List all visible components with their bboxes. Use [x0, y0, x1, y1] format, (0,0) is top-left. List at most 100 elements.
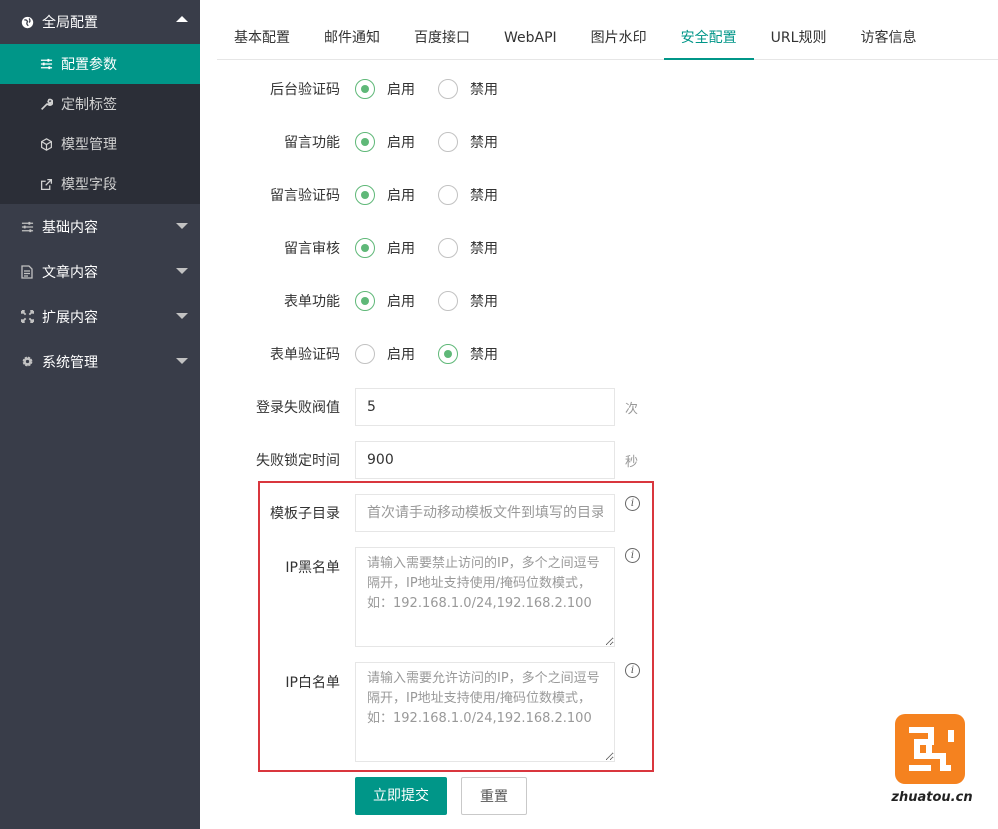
unit-label: 秒: [625, 454, 639, 470]
info-icon[interactable]: i: [625, 496, 640, 511]
template-subdir-input[interactable]: [355, 494, 615, 532]
ip-blacklist-textarea[interactable]: [355, 547, 615, 647]
sliders-icon: [39, 58, 53, 70]
sliders-icon: [20, 221, 34, 233]
field-label: 留言功能: [284, 135, 340, 151]
radio-label: 禁用: [470, 135, 498, 151]
field-label: 表单验证码: [270, 347, 340, 363]
tab-image-watermark[interactable]: 图片水印: [574, 18, 664, 59]
field-label: IP黑名单: [285, 560, 340, 576]
info-icon[interactable]: i: [625, 663, 640, 678]
radio-label: 禁用: [470, 347, 498, 363]
field-label: 表单功能: [284, 294, 340, 310]
info-icon[interactable]: i: [625, 548, 640, 563]
field-label: 登录失败阀值: [256, 400, 340, 416]
radio-label: 禁用: [470, 82, 498, 98]
nav-group-label: 扩展内容: [42, 309, 98, 326]
disable-radio[interactable]: 禁用: [438, 185, 498, 205]
radio-circle-icon: [355, 238, 375, 258]
chevron-down-icon: [176, 268, 188, 274]
tab-baidu-api[interactable]: 百度接口: [397, 18, 487, 59]
disable-radio[interactable]: 禁用: [438, 291, 498, 311]
radio-label: 启用: [387, 82, 415, 98]
fail-lock-time-row: 失败锁定时间 秒: [200, 440, 660, 480]
sub-item-model-fields[interactable]: 模型字段: [0, 164, 200, 204]
enable-radio[interactable]: 启用: [355, 344, 415, 364]
fail-lock-time-input[interactable]: [355, 441, 615, 479]
gear-icon: [20, 355, 34, 368]
sub-menu: 配置参数 定制标签 模型管理 模型字段: [0, 44, 200, 204]
field-label: 后台验证码: [270, 82, 340, 98]
sub-item-label: 模型管理: [61, 137, 117, 153]
ip-whitelist-textarea[interactable]: [355, 662, 615, 762]
radio-row: 后台验证码 启用 禁用: [200, 69, 660, 109]
radio-circle-icon: [355, 291, 375, 311]
expand-icon: [20, 310, 34, 323]
chevron-down-icon: [176, 358, 188, 364]
nav-group-global-config[interactable]: 全局配置: [0, 0, 200, 44]
sub-item-label: 模型字段: [61, 177, 117, 193]
ip-whitelist-row: IP白名单 i: [200, 662, 660, 762]
radio-label: 禁用: [470, 241, 498, 257]
nav-group-label: 系统管理: [42, 354, 98, 371]
field-label: IP白名单: [285, 675, 340, 691]
sidebar: 全局配置 配置参数 定制标签 模型管理 模型字段 基础内容 文章内容 扩展内容 …: [0, 0, 200, 829]
radio-label: 启用: [387, 347, 415, 363]
login-fail-threshold-row: 登录失败阀值 次: [200, 387, 660, 427]
radio-circle-icon: [355, 344, 375, 364]
radio-row: 表单功能 启用 禁用: [200, 281, 660, 321]
tab-email-notify[interactable]: 邮件通知: [307, 18, 397, 59]
disable-radio[interactable]: 禁用: [438, 79, 498, 99]
nav-group-extended-content[interactable]: 扩展内容: [0, 294, 200, 339]
main-content: 基本配置 邮件通知 百度接口 WebAPI 图片水印 安全配置 URL规则 访客…: [200, 0, 998, 829]
chevron-up-icon: [176, 16, 188, 22]
watermark-text: zhuatou.cn: [891, 790, 973, 805]
radio-circle-icon: [438, 79, 458, 99]
nav-group-basic-content[interactable]: 基础内容: [0, 204, 200, 249]
radio-circle-icon: [438, 185, 458, 205]
sub-item-config-params[interactable]: 配置参数: [0, 44, 200, 84]
disable-radio[interactable]: 禁用: [438, 238, 498, 258]
tab-basic-config[interactable]: 基本配置: [217, 18, 307, 59]
sub-item-label: 定制标签: [61, 97, 117, 113]
tab-bar: 基本配置 邮件通知 百度接口 WebAPI 图片水印 安全配置 URL规则 访客…: [217, 18, 998, 60]
enable-radio[interactable]: 启用: [355, 132, 415, 152]
sub-item-model-manage[interactable]: 模型管理: [0, 124, 200, 164]
enable-radio[interactable]: 启用: [355, 185, 415, 205]
tab-visitor-info[interactable]: 访客信息: [843, 18, 933, 59]
radio-label: 启用: [387, 135, 415, 151]
nav-group-system-manage[interactable]: 系统管理: [0, 339, 200, 384]
sub-item-custom-tags[interactable]: 定制标签: [0, 84, 200, 124]
unit-label: 次: [625, 401, 639, 417]
nav-group-label: 文章内容: [42, 264, 98, 281]
radio-label: 禁用: [470, 294, 498, 310]
radio-row: 留言审核 启用 禁用: [200, 228, 660, 268]
tab-url-rules[interactable]: URL规则: [754, 18, 844, 59]
enable-radio[interactable]: 启用: [355, 238, 415, 258]
ip-blacklist-row: IP黑名单 i: [200, 547, 660, 647]
radio-circle-icon: [355, 185, 375, 205]
enable-radio[interactable]: 启用: [355, 291, 415, 311]
radio-row: 留言验证码 启用 禁用: [200, 175, 660, 215]
radio-label: 启用: [387, 241, 415, 257]
chevron-down-icon: [176, 313, 188, 319]
watermark-logo: [895, 714, 965, 784]
radio-row: 表单验证码 启用 禁用: [200, 334, 660, 374]
disable-radio[interactable]: 禁用: [438, 132, 498, 152]
field-label: 失败锁定时间: [256, 453, 340, 469]
radio-label: 禁用: [470, 188, 498, 204]
field-label: 留言审核: [284, 241, 340, 257]
radio-label: 启用: [387, 188, 415, 204]
login-fail-threshold-input[interactable]: [355, 388, 615, 426]
reset-button[interactable]: 重置: [461, 777, 527, 815]
tab-webapi[interactable]: WebAPI: [487, 18, 574, 59]
radio-circle-icon: [438, 344, 458, 364]
tab-security-config[interactable]: 安全配置: [663, 18, 754, 60]
disable-radio[interactable]: 禁用: [438, 344, 498, 364]
radio-circle-icon: [438, 291, 458, 311]
submit-button[interactable]: 立即提交: [355, 777, 447, 815]
enable-radio[interactable]: 启用: [355, 79, 415, 99]
chevron-down-icon: [176, 223, 188, 229]
document-icon: [20, 264, 34, 279]
nav-group-article-content[interactable]: 文章内容: [0, 249, 200, 294]
